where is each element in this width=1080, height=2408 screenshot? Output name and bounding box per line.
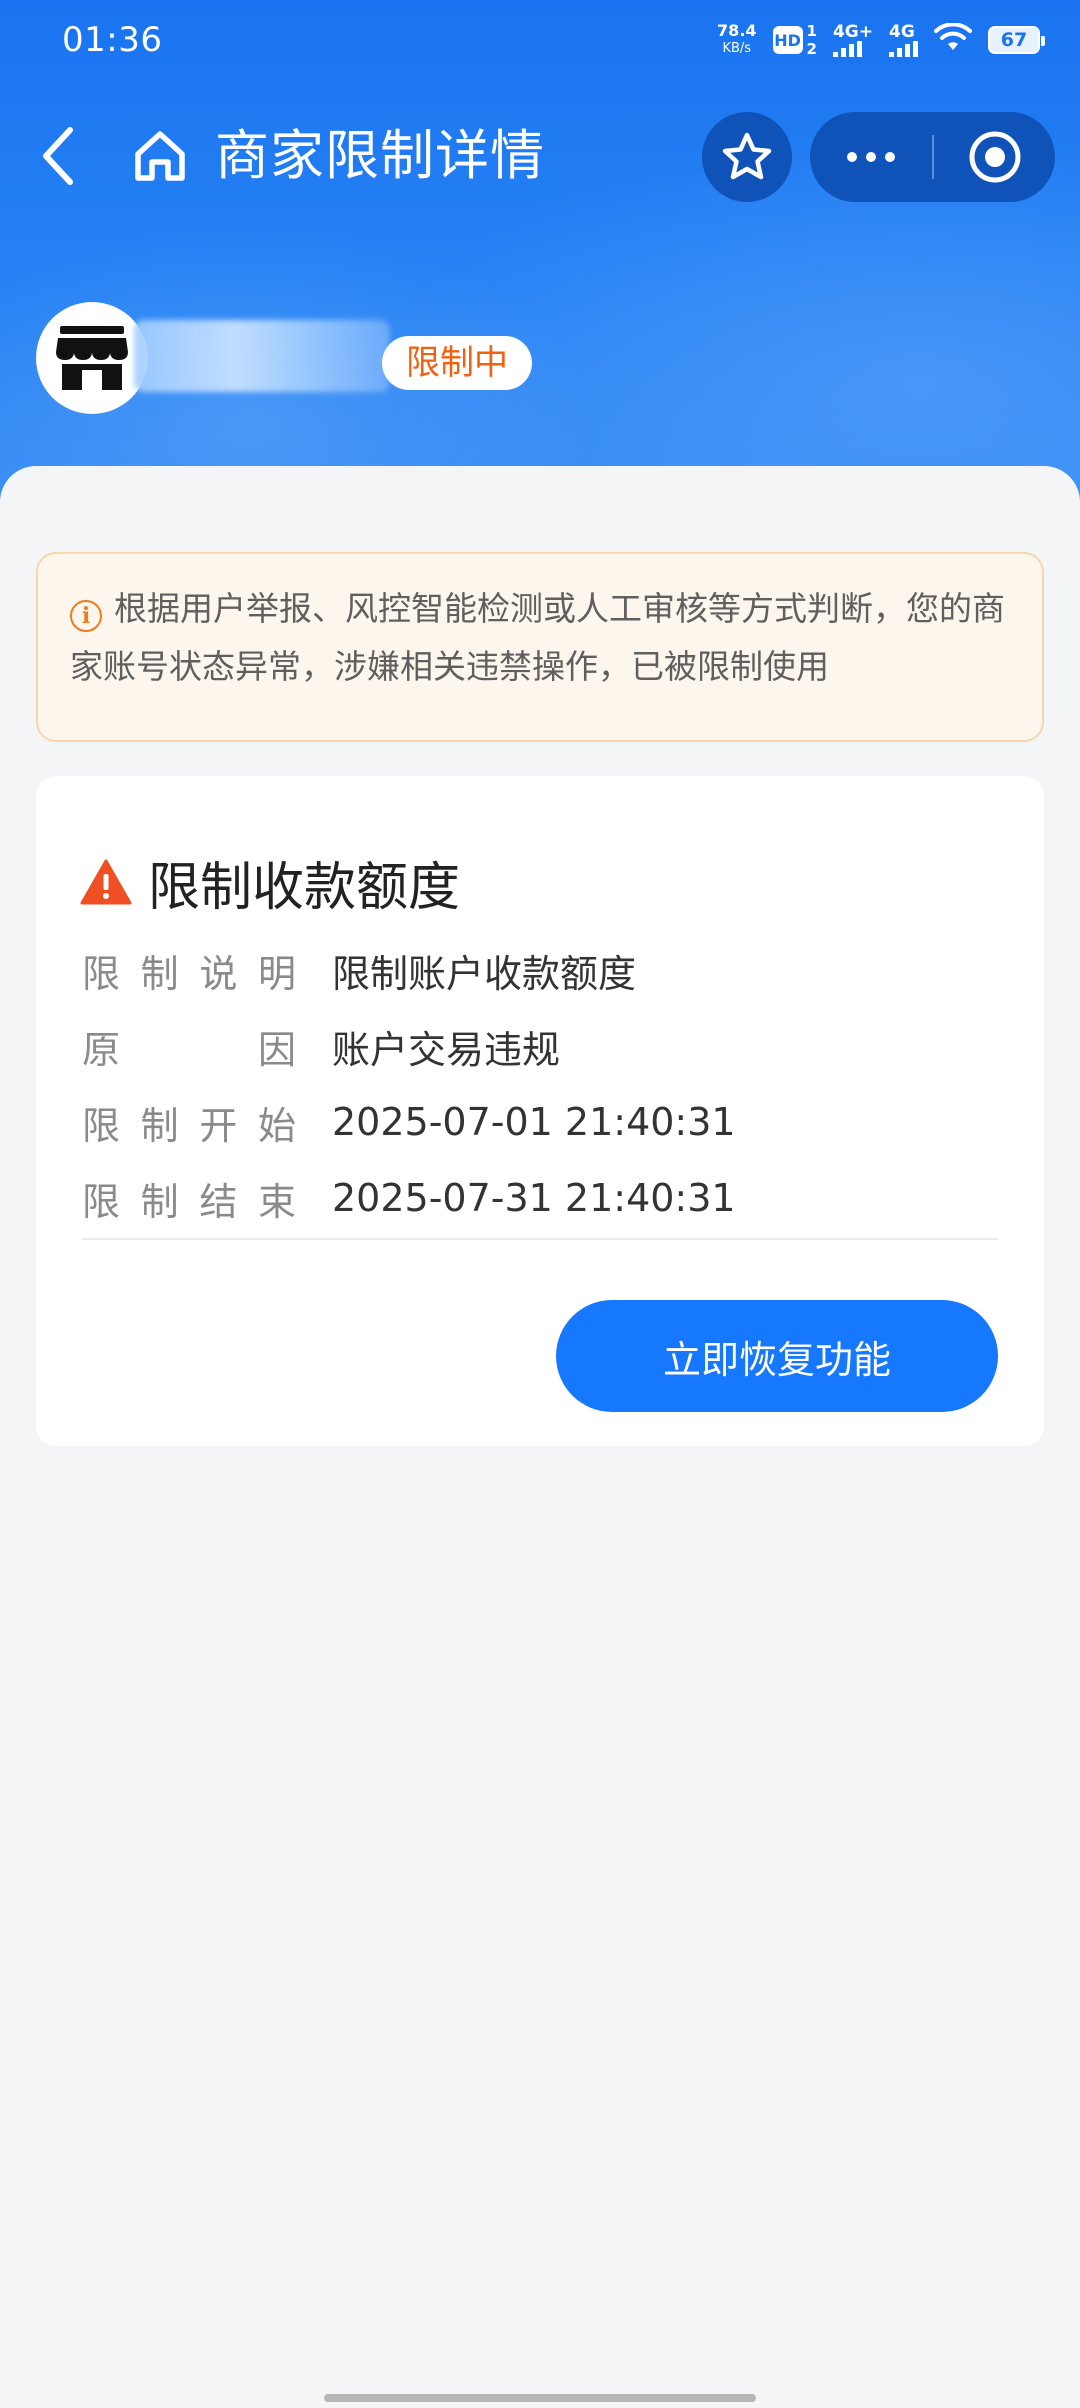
more-dots-icon xyxy=(847,152,895,162)
detail-value: 2025-07-31 21:40:31 xyxy=(332,1176,736,1220)
label-char: 结 xyxy=(199,1179,238,1224)
store-icon xyxy=(56,326,128,390)
signal-4g-plus-label: 4G+ xyxy=(832,22,873,42)
label-char: 制 xyxy=(140,951,179,996)
network-speed-value: 78.4 xyxy=(717,21,757,40)
restriction-title-text: 限制收款额度 xyxy=(148,857,461,918)
merchant-name-redacted xyxy=(134,320,390,392)
label-char: 因 xyxy=(257,1027,296,1072)
status-bar: 01:36 78.4 KB/s HD 1 2 4G+ 4G 67 xyxy=(0,0,1080,80)
battery-icon: 67 xyxy=(988,26,1045,54)
notice-text: 根据用户举报、风控智能检测或人工审核等方式判断，您的商家账号状态异常，涉嫌相关违… xyxy=(70,589,1005,686)
detail-row-description: 限 制 说 明 限制账户收款额度 xyxy=(82,932,1002,1008)
detail-row-reason: 原 因 账户交易违规 xyxy=(82,1008,1002,1084)
info-icon: i xyxy=(70,600,102,632)
detail-value: 限制账户收款额度 xyxy=(332,951,637,996)
warning-icon xyxy=(80,859,132,905)
card-divider xyxy=(82,1238,998,1240)
signal-4g-plus-icon: 4G+ xyxy=(832,22,873,57)
label-char: 束 xyxy=(257,1179,296,1224)
restriction-title: 限制收款额度 xyxy=(80,850,460,918)
detail-value: 2025-07-01 21:40:31 xyxy=(332,1100,736,1144)
label-char: 原 xyxy=(82,1027,121,1072)
back-button[interactable] xyxy=(28,124,88,188)
label-char: 限 xyxy=(82,1179,121,1224)
network-speed-unit: KB/s xyxy=(722,41,752,56)
hd-sim-indicator: 1 2 xyxy=(807,22,817,58)
status-time: 01:36 xyxy=(62,20,163,60)
label-char: 明 xyxy=(257,951,296,996)
target-close-icon xyxy=(969,131,1020,183)
label-char: 制 xyxy=(140,1103,179,1148)
network-speed: 78.4 KB/s xyxy=(717,22,756,58)
signal-bars-icon xyxy=(832,41,862,57)
label-char: 开 xyxy=(199,1103,238,1148)
merchant-avatar xyxy=(36,302,148,414)
restore-function-button[interactable]: 立即恢复功能 xyxy=(556,1300,998,1412)
signal-4g-icon: 4G xyxy=(889,23,918,57)
content-sheet: i 根据用户举报、风控智能检测或人工审核等方式判断，您的商家账号状态异常，涉嫌相关… xyxy=(0,466,1080,2408)
page-title: 商家限制详情 xyxy=(215,124,545,187)
restriction-status-badge: 限制中 xyxy=(382,336,532,390)
home-button[interactable] xyxy=(128,124,192,188)
more-button[interactable] xyxy=(810,112,932,202)
close-mini-program-button[interactable] xyxy=(934,112,1055,202)
nav-bar: 商家限制详情 xyxy=(0,110,1080,202)
detail-row-end: 限 制 结 束 2025-07-31 21:40:31 xyxy=(82,1160,1002,1236)
status-icons: 78.4 KB/s HD 1 2 4G+ 4G 67 xyxy=(717,21,1045,58)
hd-icon: HD xyxy=(772,26,803,54)
home-indicator[interactable] xyxy=(324,2394,756,2402)
detail-label: 限 制 开 始 xyxy=(82,1095,332,1150)
detail-label: 限 制 结 束 xyxy=(82,1171,332,1226)
label-char: 制 xyxy=(140,1179,179,1224)
merchant-info: 限制中 xyxy=(36,302,1036,418)
restriction-details: 限 制 说 明 限制账户收款额度 原 因 账户交易违规 限 制 开 始 2025… xyxy=(82,932,1002,1236)
restriction-notice: i 根据用户举报、风控智能检测或人工审核等方式判断，您的商家账号状态异常，涉嫌相关… xyxy=(36,552,1044,742)
signal-bars-icon xyxy=(889,41,918,57)
detail-label: 原 因 xyxy=(82,1019,332,1074)
label-char: 限 xyxy=(82,951,121,996)
hd-sim-1: 1 xyxy=(806,22,817,40)
hd-sim-2: 2 xyxy=(806,40,817,58)
detail-row-start: 限 制 开 始 2025-07-01 21:40:31 xyxy=(82,1084,1002,1160)
home-icon xyxy=(135,131,185,181)
page: 01:36 78.4 KB/s HD 1 2 4G+ 4G 67 商家限制详情 … xyxy=(0,0,1080,2408)
detail-label: 限 制 说 明 xyxy=(82,943,332,998)
signal-4g-label: 4G xyxy=(889,22,915,42)
label-char: 始 xyxy=(257,1103,296,1148)
detail-value: 账户交易违规 xyxy=(332,1027,561,1072)
wifi-icon xyxy=(934,21,972,58)
label-char: 限 xyxy=(82,1103,121,1148)
chevron-left-icon xyxy=(43,127,73,185)
label-char: 说 xyxy=(199,951,238,996)
mini-program-capsule xyxy=(810,112,1055,202)
star-icon xyxy=(722,132,772,180)
favorite-button[interactable] xyxy=(702,112,792,202)
restriction-card: 限制收款额度 限 制 说 明 限制账户收款额度 原 因 账户交易违规 限 制 开… xyxy=(36,776,1044,1446)
